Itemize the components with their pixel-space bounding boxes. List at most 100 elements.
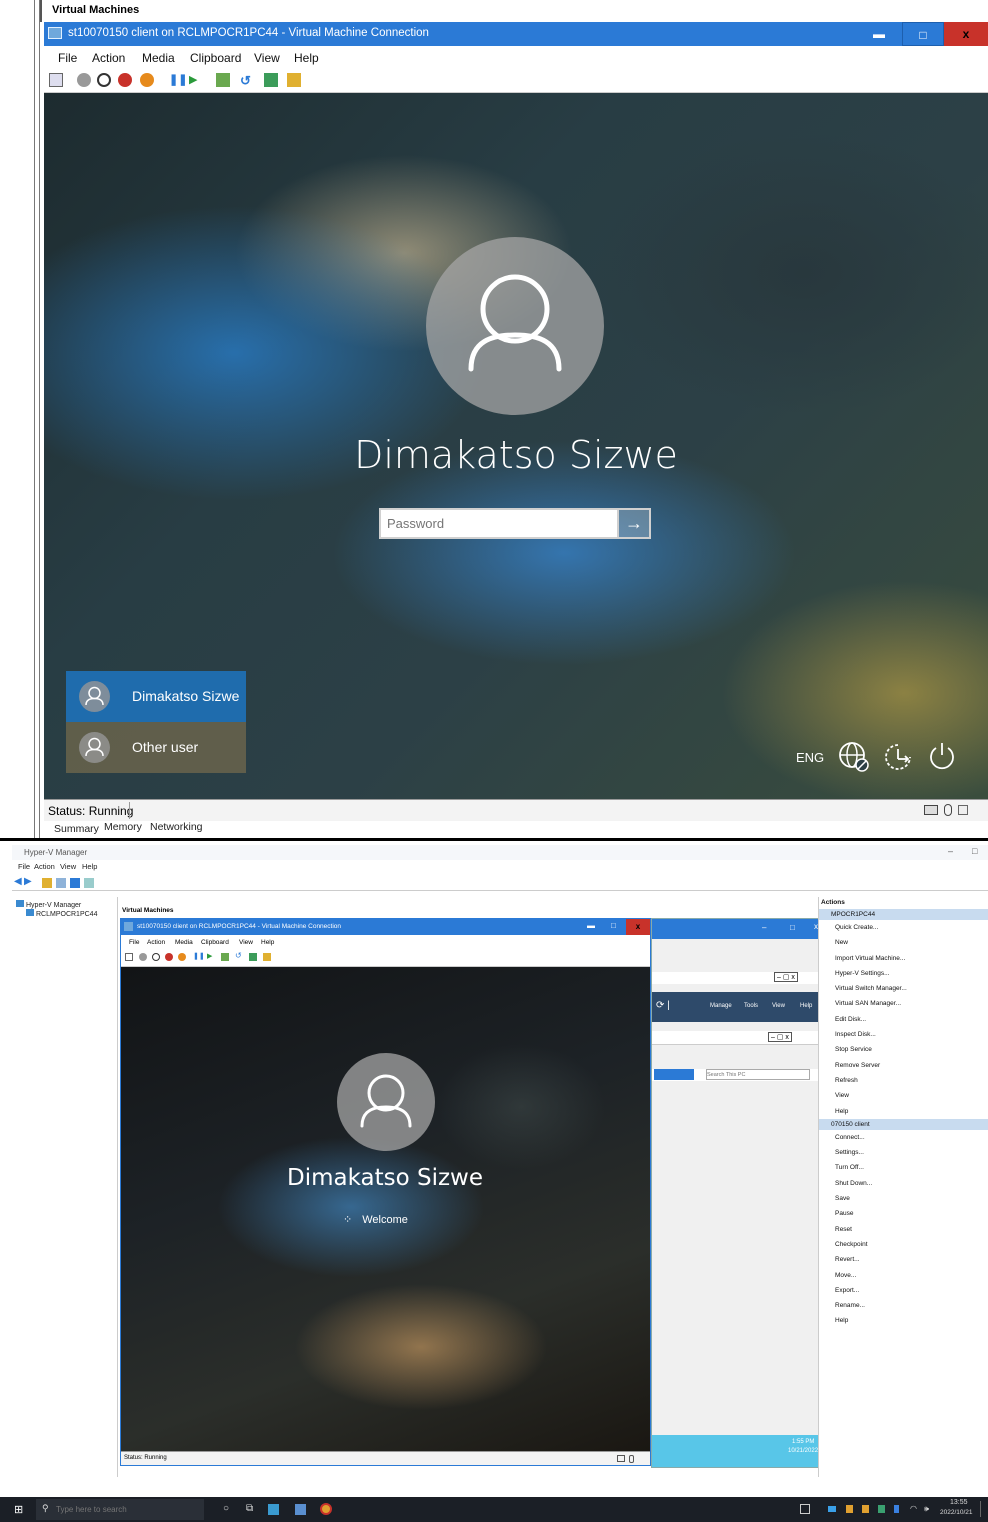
explorer-controls[interactable]: – ▢ x bbox=[768, 1032, 792, 1042]
action-connect[interactable]: Connect... bbox=[819, 1130, 988, 1145]
network-icon[interactable] bbox=[837, 740, 871, 774]
action-pause[interactable]: Pause bbox=[819, 1206, 988, 1221]
menu-file[interactable]: File bbox=[58, 51, 77, 65]
inner-enhanced-session-icon[interactable] bbox=[249, 953, 257, 961]
inner-save-icon[interactable] bbox=[178, 953, 186, 961]
inner-revert-icon[interactable]: ↺ bbox=[235, 951, 242, 960]
checkpoint-icon[interactable] bbox=[216, 73, 230, 87]
onedrive-tray-icon[interactable] bbox=[828, 1506, 836, 1512]
action-help[interactable]: Help bbox=[819, 1104, 988, 1119]
start-icon[interactable] bbox=[77, 73, 91, 87]
action-import-vm[interactable]: Import Virtual Machine... bbox=[819, 951, 988, 966]
hv-menu-help[interactable]: Help bbox=[82, 862, 97, 871]
action-hyperv-settings[interactable]: Hyper-V Settings... bbox=[819, 966, 988, 981]
action-virtual-san-manager[interactable]: Virtual SAN Manager... bbox=[819, 996, 988, 1011]
action-view[interactable]: View bbox=[819, 1088, 988, 1103]
tree-root[interactable]: Hyper-V Manager bbox=[16, 900, 81, 909]
inner-resume-icon[interactable]: ▶ bbox=[207, 952, 212, 960]
enhanced-session-icon[interactable] bbox=[264, 73, 278, 87]
windows-start-icon[interactable]: ⊞ bbox=[14, 1503, 23, 1516]
action-vm-help[interactable]: Help bbox=[819, 1313, 988, 1328]
ease-of-access-icon[interactable] bbox=[882, 741, 914, 773]
ctrl-alt-del-icon[interactable] bbox=[49, 73, 63, 87]
volume-icon[interactable]: 🕪 bbox=[924, 1504, 929, 1514]
hv-menu-view[interactable]: View bbox=[60, 862, 76, 871]
tab-memory[interactable]: Memory bbox=[104, 821, 142, 833]
inner-minimize-button[interactable]: ▬ bbox=[587, 921, 595, 930]
turn-off-icon[interactable] bbox=[97, 73, 111, 87]
inner-close-button[interactable]: x bbox=[626, 919, 650, 935]
pause-icon[interactable]: ❚❚ bbox=[169, 73, 187, 87]
sm-menu-help[interactable]: Help bbox=[800, 1003, 812, 1009]
action-new[interactable]: New bbox=[819, 935, 988, 950]
password-input[interactable] bbox=[381, 510, 617, 537]
inner-turn-off-icon[interactable] bbox=[152, 953, 160, 961]
menu-media[interactable]: Media bbox=[142, 51, 175, 65]
inner-ctrl-alt-del-icon[interactable] bbox=[125, 953, 133, 961]
minimize-button[interactable]: ▬ bbox=[858, 22, 900, 46]
sm-maximize-button[interactable]: □ bbox=[790, 923, 795, 932]
action-quick-create[interactable]: Quick Create... bbox=[819, 920, 988, 935]
action-settings[interactable]: Settings... bbox=[819, 1145, 988, 1160]
sm-menu-manage[interactable]: Manage bbox=[710, 1003, 732, 1009]
sm-menu-tools[interactable]: Tools bbox=[744, 1003, 758, 1009]
inner-share-icon[interactable] bbox=[263, 953, 271, 961]
back-icon[interactable]: ◀ bbox=[14, 876, 22, 887]
share-icon[interactable] bbox=[287, 73, 301, 87]
chrome-taskbar-icon[interactable] bbox=[320, 1503, 332, 1515]
hv-menu-action[interactable]: Action bbox=[34, 862, 55, 871]
inner-start-icon[interactable] bbox=[139, 953, 147, 961]
inner-menu-clipboard[interactable]: Clipboard bbox=[201, 939, 229, 946]
keyboard-tray-icon[interactable] bbox=[800, 1504, 810, 1514]
action-checkpoint[interactable]: Checkpoint bbox=[819, 1237, 988, 1252]
search-this-pc-input[interactable] bbox=[706, 1069, 810, 1080]
power-icon[interactable] bbox=[926, 740, 958, 772]
hv-menu-file[interactable]: File bbox=[18, 862, 30, 871]
sm-minimize-button[interactable]: – bbox=[762, 923, 766, 932]
action-save[interactable]: Save bbox=[819, 1191, 988, 1206]
inner-menu-help[interactable]: Help bbox=[261, 939, 274, 946]
hv-restore-button[interactable]: □ bbox=[972, 846, 977, 856]
language-indicator[interactable]: ENG bbox=[796, 750, 824, 765]
help-icon[interactable] bbox=[70, 878, 80, 888]
folder-icon[interactable] bbox=[42, 878, 52, 888]
maximize-button[interactable]: □ bbox=[902, 22, 944, 46]
save-icon[interactable] bbox=[140, 73, 154, 87]
taskbar-search-input[interactable] bbox=[56, 1502, 196, 1516]
menu-clipboard[interactable]: Clipboard bbox=[190, 51, 241, 65]
tray-app2-icon[interactable] bbox=[862, 1505, 869, 1513]
action-reset[interactable]: Reset bbox=[819, 1222, 988, 1237]
inner-menu-file[interactable]: File bbox=[129, 939, 139, 946]
sm-menu-view[interactable]: View bbox=[772, 1003, 785, 1009]
revert-icon[interactable]: ↺ bbox=[240, 73, 254, 88]
menu-help[interactable]: Help bbox=[294, 51, 319, 65]
submit-arrow-button[interactable]: → bbox=[619, 508, 651, 539]
tree-host[interactable]: RCLMPOCR1PC44 bbox=[26, 909, 97, 918]
action-rename[interactable]: Rename... bbox=[819, 1298, 988, 1313]
user-tile-other[interactable]: Other user bbox=[66, 722, 246, 773]
action-export[interactable]: Export... bbox=[819, 1283, 988, 1298]
menu-action[interactable]: Action bbox=[92, 51, 125, 65]
inner-menu-view[interactable]: View bbox=[239, 939, 253, 946]
cortana-icon[interactable]: ○ bbox=[223, 1503, 229, 1514]
menu-view[interactable]: View bbox=[254, 51, 280, 65]
action-inspect-disk[interactable]: Inspect Disk... bbox=[819, 1027, 988, 1042]
tray-app4-icon[interactable] bbox=[894, 1505, 899, 1513]
snapin-icon[interactable] bbox=[84, 878, 94, 888]
inner-checkpoint-icon[interactable] bbox=[221, 953, 229, 961]
inner-maximize-button[interactable]: □ bbox=[611, 921, 616, 930]
action-move[interactable]: Move... bbox=[819, 1268, 988, 1283]
tray-app3-icon[interactable] bbox=[878, 1505, 885, 1513]
inner-menu-action[interactable]: Action bbox=[147, 939, 165, 946]
inner-pause-icon[interactable]: ❚❚ bbox=[193, 952, 205, 960]
action-refresh[interactable]: Refresh bbox=[819, 1073, 988, 1088]
action-revert[interactable]: Revert... bbox=[819, 1252, 988, 1267]
action-shut-down[interactable]: Shut Down... bbox=[819, 1176, 988, 1191]
tab-summary[interactable]: Summary bbox=[54, 823, 99, 835]
show-desktop-button[interactable] bbox=[980, 1501, 986, 1517]
resume-icon[interactable]: ▶ bbox=[189, 73, 203, 87]
sm-refresh-icon[interactable]: ⟳ | bbox=[656, 1000, 670, 1011]
task-view-icon[interactable]: ⧉ bbox=[246, 1503, 253, 1514]
server-manager-taskbar-icon[interactable] bbox=[268, 1504, 279, 1515]
hyperv-taskbar-icon[interactable] bbox=[295, 1504, 306, 1515]
